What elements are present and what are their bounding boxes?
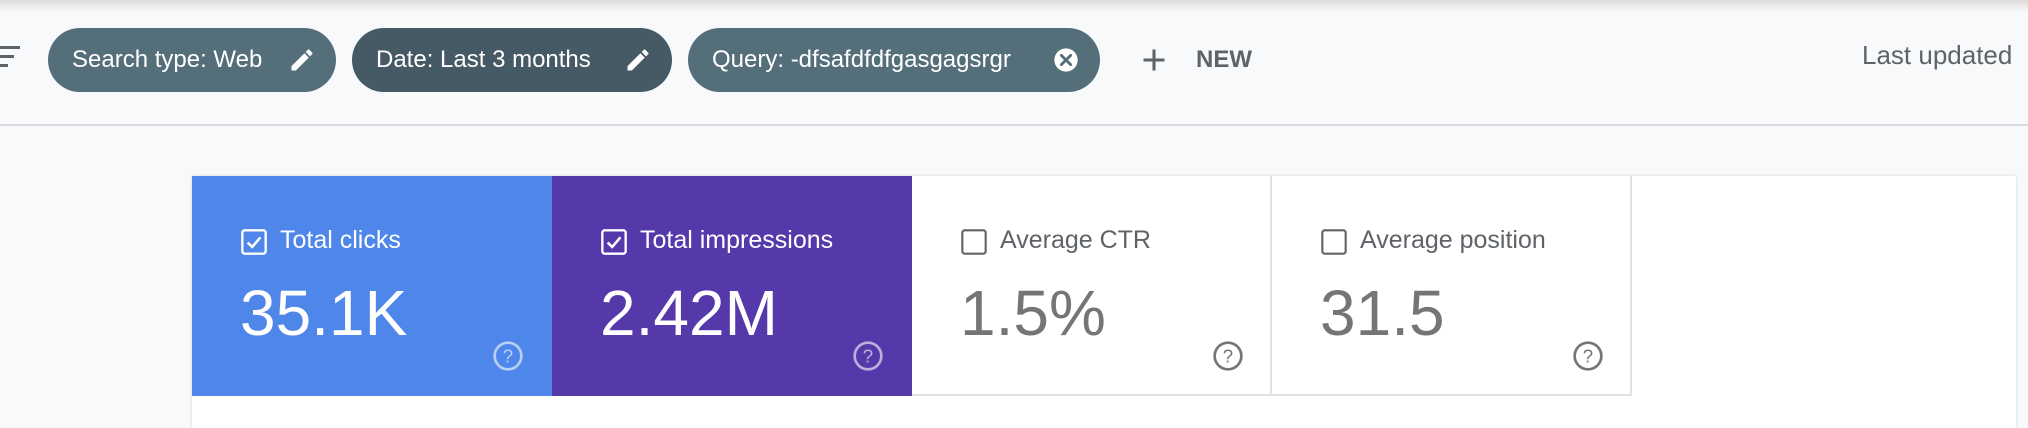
new-filter-label: NEW <box>1196 46 1252 73</box>
help-icon[interactable]: ? <box>1572 340 1604 372</box>
edit-icon[interactable] <box>288 46 316 74</box>
metric-value: 1.5% <box>960 277 1106 349</box>
metric-label: Total impressions <box>640 226 834 254</box>
metric-value: 35.1K <box>240 277 408 349</box>
metric-cards: Total clicks 35.1K ? Total impressions 2… <box>192 176 2016 428</box>
filter-bar: Search type: Web Date: Last 3 months Que… <box>0 0 2028 126</box>
metric-label: Average CTR <box>1000 226 1151 254</box>
date-filter-label: Date: Last 3 months <box>376 46 591 73</box>
query-filter-chip[interactable]: Query: -dfsafdfdfgasgagsrgr <box>688 28 1100 92</box>
svg-text:?: ? <box>503 346 513 367</box>
metric-card-total-impressions[interactable]: Total impressions 2.42M ? <box>552 176 912 396</box>
metric-card-average-ctr[interactable]: Average CTR 1.5% ? <box>912 176 1272 396</box>
edit-icon[interactable] <box>624 46 652 74</box>
checkbox-checked-icon[interactable] <box>240 228 268 256</box>
metric-value: 2.42M <box>600 277 778 349</box>
filter-list-icon[interactable] <box>0 46 20 68</box>
search-type-filter-label: Search type: Web <box>72 46 263 73</box>
help-icon[interactable]: ? <box>492 340 524 372</box>
metric-label: Average position <box>1360 226 1546 254</box>
help-icon[interactable]: ? <box>852 340 884 372</box>
svg-text:?: ? <box>1583 346 1593 367</box>
close-circle-icon[interactable] <box>1052 46 1080 74</box>
svg-text:?: ? <box>1223 346 1233 367</box>
plus-icon <box>1143 49 1165 71</box>
checkbox-checked-icon[interactable] <box>600 228 628 256</box>
last-updated-text: Last updated <box>1862 40 2013 70</box>
query-filter-label: Query: -dfsafdfdfgasgagsrgr <box>712 46 1011 73</box>
svg-text:?: ? <box>863 346 873 367</box>
help-icon[interactable]: ? <box>1212 340 1244 372</box>
metric-card-total-clicks[interactable]: Total clicks 35.1K ? <box>192 176 552 396</box>
metric-card-average-position[interactable]: Average position 31.5 ? <box>1272 176 1632 396</box>
search-type-filter-chip[interactable]: Search type: Web <box>48 28 336 92</box>
metric-value: 31.5 <box>1320 277 1445 349</box>
date-filter-chip[interactable]: Date: Last 3 months <box>352 28 672 92</box>
metric-label: Total clicks <box>280 226 401 254</box>
checkbox-unchecked-icon[interactable] <box>960 228 988 256</box>
checkbox-unchecked-icon[interactable] <box>1320 228 1348 256</box>
